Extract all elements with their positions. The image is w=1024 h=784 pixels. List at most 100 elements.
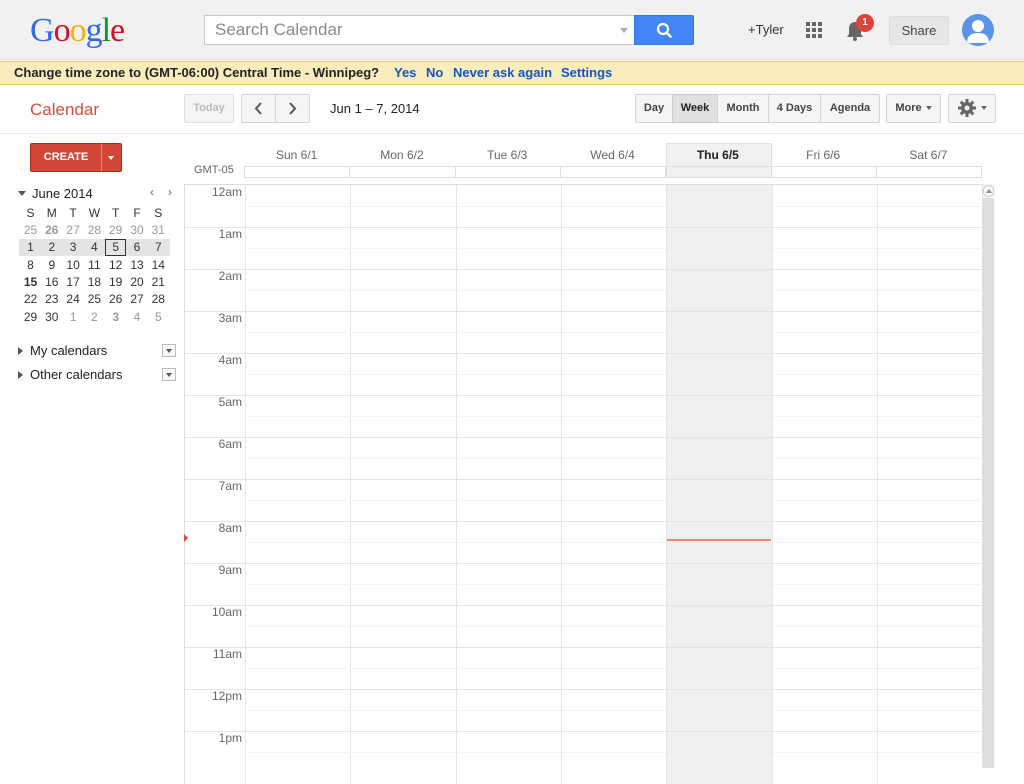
mini-week-row[interactable]: 25 26 27 28 29 30 31 [24,222,180,239]
mini-day-cell[interactable]: 17 [63,274,84,291]
search-options-caret-icon[interactable] [620,28,628,33]
next-button[interactable] [275,94,310,123]
day-header[interactable]: Sun 6/1 [244,148,349,166]
scrollbar-thumb[interactable] [983,198,994,768]
mini-day-cell[interactable]: 7 [148,239,169,256]
mini-week-row[interactable]: 8 9 10 11 12 13 14 [27,257,180,274]
day-header[interactable]: Fri 6/6 [771,148,876,166]
view-day-button[interactable]: Day [635,94,673,123]
mini-day-cell[interactable]: 3 [63,239,84,256]
mini-day-cell[interactable]: 3 [105,309,126,326]
other-calendars-label[interactable]: Other calendars [30,367,123,382]
other-calendars-section[interactable]: Other calendars [18,367,178,385]
mini-day-cell[interactable]: 12 [105,257,126,274]
logo-letter: o [69,12,87,49]
mini-day-cell[interactable]: 11 [84,257,105,274]
mini-day-cell[interactable]: 26 [105,291,126,308]
mini-day-cell[interactable]: 29 [20,309,41,326]
collapse-triangle-icon[interactable] [18,191,26,196]
day-header[interactable]: Tue 6/3 [455,148,560,166]
today-column[interactable] [666,185,772,784]
today-button[interactable]: Today [184,94,234,123]
mini-calendar-title[interactable]: June 2014 [32,186,93,201]
google-logo[interactable]: Google [30,12,125,50]
timezone-settings-link[interactable]: Settings [561,62,612,84]
mini-day-cell[interactable]: 27 [127,291,148,308]
mini-day-cell[interactable]: 26 [41,222,62,239]
mini-day-cell[interactable]: 8 [20,257,41,274]
view-week-button[interactable]: Week [672,94,718,123]
mini-day-cell[interactable]: 29 [105,222,126,239]
mini-day-cell[interactable]: 25 [20,222,41,239]
mini-day-cell[interactable]: 1 [63,309,84,326]
mini-week-row[interactable]: 15 16 17 18 19 20 21 [24,274,180,291]
day-header[interactable]: Sat 6/7 [876,148,981,166]
mini-day-cell[interactable]: 22 [20,291,41,308]
mini-day-cell[interactable]: 20 [127,274,148,291]
previous-button[interactable] [241,94,276,123]
mini-week-row[interactable]: 29 30 1 2 3 4 5 [24,309,180,326]
app-title[interactable]: Calendar [30,100,99,120]
settings-button[interactable] [948,94,996,123]
mini-day-cell[interactable]: 2 [41,239,62,256]
scroll-up-button[interactable] [983,185,994,197]
mini-next-month-icon[interactable]: › [164,186,176,200]
timezone-yes-link[interactable]: Yes [394,62,416,84]
mini-day-cell[interactable]: 27 [63,222,84,239]
mini-day-cell[interactable]: 10 [63,257,84,274]
avatar[interactable] [962,14,994,46]
mini-day-cell[interactable]: 31 [148,222,169,239]
all-day-row[interactable] [244,166,982,178]
mini-day-cell[interactable]: 25 [84,291,105,308]
mini-day-cell[interactable]: 4 [127,309,148,326]
mini-day-cell[interactable]: 14 [148,257,169,274]
mini-day-cell[interactable]: 30 [41,309,62,326]
mini-day-cell[interactable]: 28 [148,291,169,308]
view-month-button[interactable]: Month [717,94,769,123]
mini-day-cell[interactable]: 15 [20,274,41,291]
mini-day-cell[interactable]: 24 [63,291,84,308]
my-calendars-menu-button[interactable] [162,344,176,357]
mini-day-cell[interactable]: 16 [41,274,62,291]
mini-day-cell[interactable]: 5 [148,309,169,326]
more-button[interactable]: More [886,94,941,123]
mini-day-cell[interactable]: 4 [84,239,105,256]
user-profile-link[interactable]: +Tyler [748,22,784,37]
day-header[interactable]: Mon 6/2 [349,148,454,166]
timezone-no-link[interactable]: No [426,62,443,84]
mini-day-cell[interactable]: 13 [127,257,148,274]
search-input[interactable] [205,16,605,44]
mini-prev-month-icon[interactable]: ‹ [146,186,158,200]
view-agenda-button[interactable]: Agenda [820,94,880,123]
mini-day-cell[interactable]: 28 [84,222,105,239]
mini-day-cell[interactable]: 21 [148,274,169,291]
create-dropdown-button[interactable] [101,143,122,172]
week-grid[interactable]: 12am 1am 2am 3am 4am 5am 6am 7am 8am 9am 10am 11am 1… [184,184,982,784]
apps-grid-icon[interactable] [806,22,822,38]
other-calendars-menu-button[interactable] [162,368,176,381]
mini-day-cell[interactable]: 1 [20,239,41,256]
search-button[interactable] [634,15,694,45]
mini-day-cell[interactable]: 2 [84,309,105,326]
my-calendars-label[interactable]: My calendars [30,343,107,358]
mini-day-cell[interactable]: 18 [84,274,105,291]
expand-triangle-icon[interactable] [18,347,23,355]
expand-triangle-icon[interactable] [18,371,23,379]
apps-dot [812,34,816,38]
mini-day-cell[interactable]: 5 [105,239,127,257]
day-header[interactable]: Wed 6/4 [560,148,665,166]
day-header[interactable]: Thu 6/5 [665,148,770,166]
mini-week-row[interactable]: 1234567 [19,239,170,257]
mini-day-cell[interactable]: 19 [105,274,126,291]
mini-day-cell[interactable]: 6 [127,239,148,256]
my-calendars-section[interactable]: My calendars [18,343,178,361]
mini-week-row[interactable]: 22 23 24 25 26 27 28 [24,291,180,308]
view-4days-button[interactable]: 4 Days [768,94,821,123]
mini-day-cell[interactable]: 23 [41,291,62,308]
search-box[interactable] [204,15,634,45]
mini-day-cell[interactable]: 30 [127,222,148,239]
create-button[interactable]: CREATE [30,143,102,172]
share-button[interactable]: Share [889,16,949,45]
mini-day-cell[interactable]: 9 [41,257,62,274]
timezone-never-link[interactable]: Never ask again [453,62,552,84]
